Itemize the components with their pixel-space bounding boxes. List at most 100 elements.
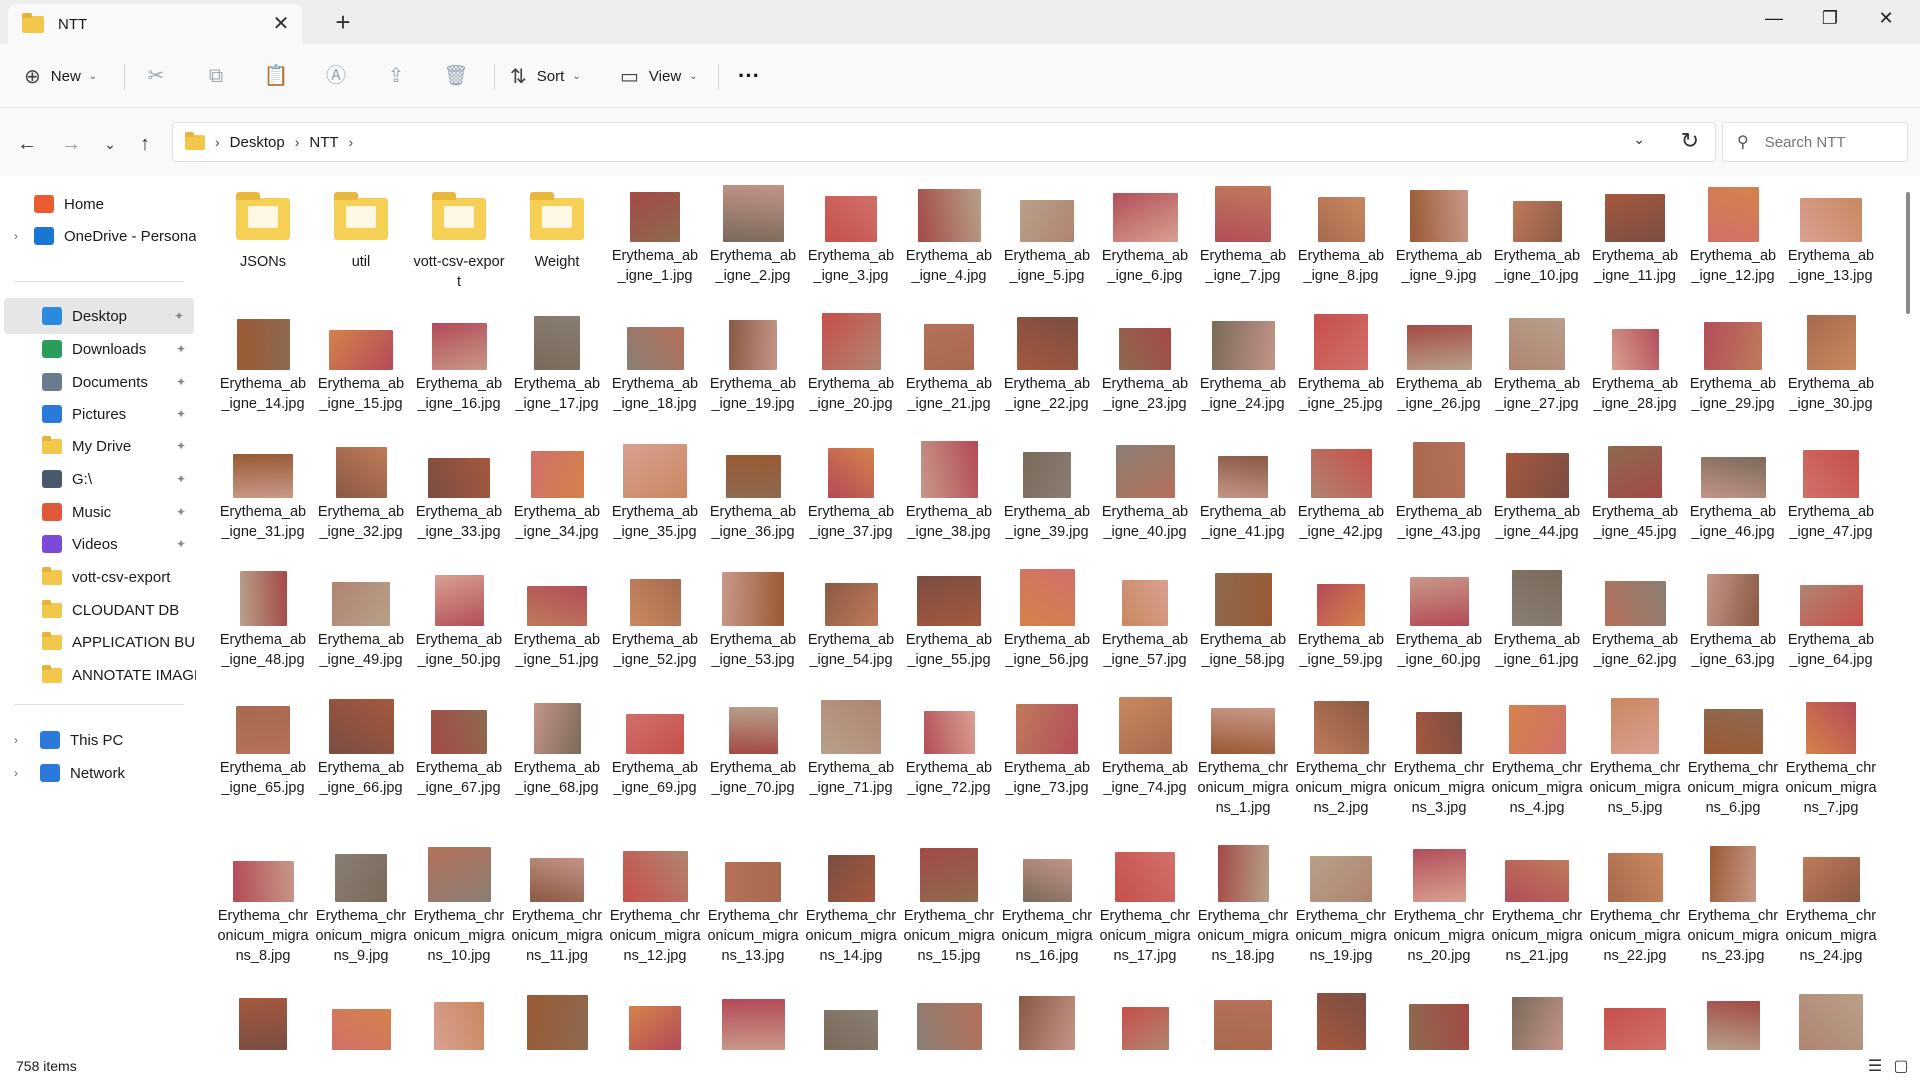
file-item[interactable]: Erythema_ab_igne_34.jpg bbox=[510, 440, 604, 542]
details-view-icon[interactable]: ☰ bbox=[1864, 1056, 1886, 1076]
file-item[interactable]: Erythema_chronicum_migrans_6.jpg bbox=[1686, 696, 1780, 818]
file-item[interactable]: Erythema_chronicum_migrans_11.jpg bbox=[510, 844, 604, 966]
file-item[interactable]: Erythema_ab_igne_49.jpg bbox=[314, 568, 408, 670]
file-item[interactable]: Erythema_ab_igne_24.jpg bbox=[1196, 312, 1290, 414]
file-item[interactable]: Erythema_ab_igne_5.jpg bbox=[1000, 184, 1094, 286]
file-item[interactable]: Erythema_ab_igne_61.jpg bbox=[1490, 568, 1584, 670]
file-item[interactable]: Erythema_chronicum_migrans_17.jpg bbox=[1098, 844, 1192, 966]
file-item[interactable] bbox=[1392, 992, 1486, 1052]
share-icon[interactable]: ⇪ bbox=[380, 60, 412, 92]
file-item[interactable] bbox=[1784, 992, 1878, 1052]
file-item[interactable]: Erythema_ab_igne_28.jpg bbox=[1588, 312, 1682, 414]
file-item[interactable]: Erythema_ab_igne_25.jpg bbox=[1294, 312, 1388, 414]
file-item[interactable]: Erythema_ab_igne_67.jpg bbox=[412, 696, 506, 798]
paste-icon[interactable]: 📋 bbox=[260, 60, 292, 92]
file-item[interactable] bbox=[1686, 992, 1780, 1052]
file-item[interactable] bbox=[1000, 992, 1094, 1052]
file-item[interactable]: Erythema_ab_igne_50.jpg bbox=[412, 568, 506, 670]
file-item[interactable]: Erythema_ab_igne_9.jpg bbox=[1392, 184, 1486, 286]
sidebar-item-home[interactable]: Home bbox=[0, 186, 196, 222]
file-item[interactable]: Erythema_chronicum_migrans_8.jpg bbox=[216, 844, 310, 966]
sidebar-item-vott-csv-export[interactable]: vott-csv-export bbox=[0, 559, 196, 595]
file-item[interactable]: Erythema_ab_igne_4.jpg bbox=[902, 184, 996, 286]
file-item[interactable] bbox=[608, 992, 702, 1052]
file-item[interactable]: Erythema_chronicum_migrans_13.jpg bbox=[706, 844, 800, 966]
file-item[interactable]: Erythema_ab_igne_43.jpg bbox=[1392, 440, 1486, 542]
file-item[interactable]: Erythema_ab_igne_16.jpg bbox=[412, 312, 506, 414]
file-item[interactable]: Erythema_chronicum_migrans_1.jpg bbox=[1196, 696, 1290, 818]
file-item[interactable]: Erythema_ab_igne_62.jpg bbox=[1588, 568, 1682, 670]
file-item[interactable]: Erythema_ab_igne_42.jpg bbox=[1294, 440, 1388, 542]
file-item[interactable]: Erythema_ab_igne_18.jpg bbox=[608, 312, 702, 414]
file-item[interactable]: Erythema_ab_igne_6.jpg bbox=[1098, 184, 1192, 286]
file-item[interactable]: Erythema_ab_igne_40.jpg bbox=[1098, 440, 1192, 542]
restore-button[interactable]: ❐ bbox=[1800, 0, 1860, 36]
file-item[interactable]: Erythema_ab_igne_13.jpg bbox=[1784, 184, 1878, 286]
file-item[interactable]: Erythema_chronicum_migrans_20.jpg bbox=[1392, 844, 1486, 966]
file-item[interactable]: Erythema_chronicum_migrans_24.jpg bbox=[1784, 844, 1878, 966]
file-item[interactable]: Erythema_ab_igne_15.jpg bbox=[314, 312, 408, 414]
file-item[interactable]: Erythema_ab_igne_23.jpg bbox=[1098, 312, 1192, 414]
file-item[interactable]: Erythema_ab_igne_35.jpg bbox=[608, 440, 702, 542]
file-item[interactable]: Erythema_ab_igne_37.jpg bbox=[804, 440, 898, 542]
file-item[interactable] bbox=[1490, 992, 1584, 1052]
file-item[interactable]: Erythema_chronicum_migrans_5.jpg bbox=[1588, 696, 1682, 818]
file-item[interactable]: Erythema_ab_igne_12.jpg bbox=[1686, 184, 1780, 286]
expand-chevron-icon[interactable]: › bbox=[14, 229, 18, 243]
file-item[interactable]: Erythema_chronicum_migrans_23.jpg bbox=[1686, 844, 1780, 966]
forward-arrow-icon[interactable]: → bbox=[57, 130, 85, 158]
sidebar-item-network[interactable]: › Network bbox=[0, 755, 196, 791]
file-item[interactable]: Erythema_ab_igne_21.jpg bbox=[902, 312, 996, 414]
file-item[interactable]: Erythema_ab_igne_68.jpg bbox=[510, 696, 604, 798]
file-item[interactable]: Erythema_chronicum_migrans_15.jpg bbox=[902, 844, 996, 966]
file-item[interactable]: Erythema_ab_igne_73.jpg bbox=[1000, 696, 1094, 798]
file-item[interactable] bbox=[706, 992, 800, 1052]
file-item[interactable]: Erythema_ab_igne_47.jpg bbox=[1784, 440, 1878, 542]
sidebar-item-g[interactable]: G:\ ✦ bbox=[0, 461, 196, 497]
file-item[interactable]: Erythema_ab_igne_63.jpg bbox=[1686, 568, 1780, 670]
file-item[interactable]: Erythema_chronicum_migrans_18.jpg bbox=[1196, 844, 1290, 966]
tab-ntt[interactable]: NTT ✕ bbox=[8, 4, 302, 44]
file-item[interactable]: Erythema_ab_igne_10.jpg bbox=[1490, 184, 1584, 286]
file-item[interactable]: Erythema_ab_igne_57.jpg bbox=[1098, 568, 1192, 670]
file-item[interactable]: Erythema_ab_igne_69.jpg bbox=[608, 696, 702, 798]
sidebar-item-onedrive-persona[interactable]: › OneDrive - Persona bbox=[0, 218, 196, 254]
file-item[interactable]: Erythema_ab_igne_7.jpg bbox=[1196, 184, 1290, 286]
file-item[interactable]: Erythema_ab_igne_66.jpg bbox=[314, 696, 408, 798]
sidebar-item-application-build[interactable]: APPLICATION BUILD bbox=[0, 624, 196, 660]
tab-close-button[interactable]: ✕ bbox=[270, 13, 292, 35]
file-item[interactable]: Erythema_ab_igne_33.jpg bbox=[412, 440, 506, 542]
file-item[interactable] bbox=[314, 992, 408, 1052]
file-item[interactable]: Erythema_chronicum_migrans_12.jpg bbox=[608, 844, 702, 966]
sidebar-item-desktop[interactable]: Desktop ✦ bbox=[4, 298, 194, 334]
file-item[interactable]: Erythema_ab_igne_32.jpg bbox=[314, 440, 408, 542]
file-item[interactable]: Erythema_ab_igne_53.jpg bbox=[706, 568, 800, 670]
breadcrumb-ntt[interactable]: NTT bbox=[309, 134, 338, 151]
rename-icon[interactable]: Ⓐ bbox=[320, 60, 352, 92]
file-item[interactable]: Erythema_ab_igne_14.jpg bbox=[216, 312, 310, 414]
file-item[interactable]: Erythema_ab_igne_44.jpg bbox=[1490, 440, 1584, 542]
breadcrumb-desktop[interactable]: Desktop bbox=[230, 134, 285, 151]
sidebar-item-documents[interactable]: Documents ✦ bbox=[0, 364, 196, 400]
file-item[interactable]: Erythema_ab_igne_60.jpg bbox=[1392, 568, 1486, 670]
file-item[interactable]: Erythema_ab_igne_19.jpg bbox=[706, 312, 800, 414]
sidebar-item-videos[interactable]: Videos ✦ bbox=[0, 526, 196, 562]
file-item[interactable] bbox=[510, 992, 604, 1052]
file-item[interactable]: Erythema_ab_igne_20.jpg bbox=[804, 312, 898, 414]
expand-chevron-icon[interactable]: › bbox=[14, 733, 18, 747]
file-item[interactable]: Erythema_chronicum_migrans_16.jpg bbox=[1000, 844, 1094, 966]
file-item[interactable]: Erythema_chronicum_migrans_7.jpg bbox=[1784, 696, 1878, 818]
file-item[interactable] bbox=[1196, 992, 1290, 1052]
file-item[interactable]: Erythema_chronicum_migrans_4.jpg bbox=[1490, 696, 1584, 818]
folder-item[interactable]: Weight bbox=[510, 184, 604, 272]
cut-icon[interactable]: ✂ bbox=[140, 60, 172, 92]
file-item[interactable]: Erythema_chronicum_migrans_3.jpg bbox=[1392, 696, 1486, 818]
file-item[interactable]: Erythema_ab_igne_55.jpg bbox=[902, 568, 996, 670]
file-item[interactable]: Erythema_ab_igne_58.jpg bbox=[1196, 568, 1290, 670]
sidebar-item-downloads[interactable]: Downloads ✦ bbox=[0, 331, 196, 367]
file-item[interactable]: Erythema_chronicum_migrans_2.jpg bbox=[1294, 696, 1388, 818]
sidebar-item-music[interactable]: Music ✦ bbox=[0, 494, 196, 530]
delete-icon[interactable]: 🗑 bbox=[440, 60, 472, 92]
file-item[interactable]: Erythema_ab_igne_59.jpg bbox=[1294, 568, 1388, 670]
folder-item[interactable]: util bbox=[314, 184, 408, 272]
